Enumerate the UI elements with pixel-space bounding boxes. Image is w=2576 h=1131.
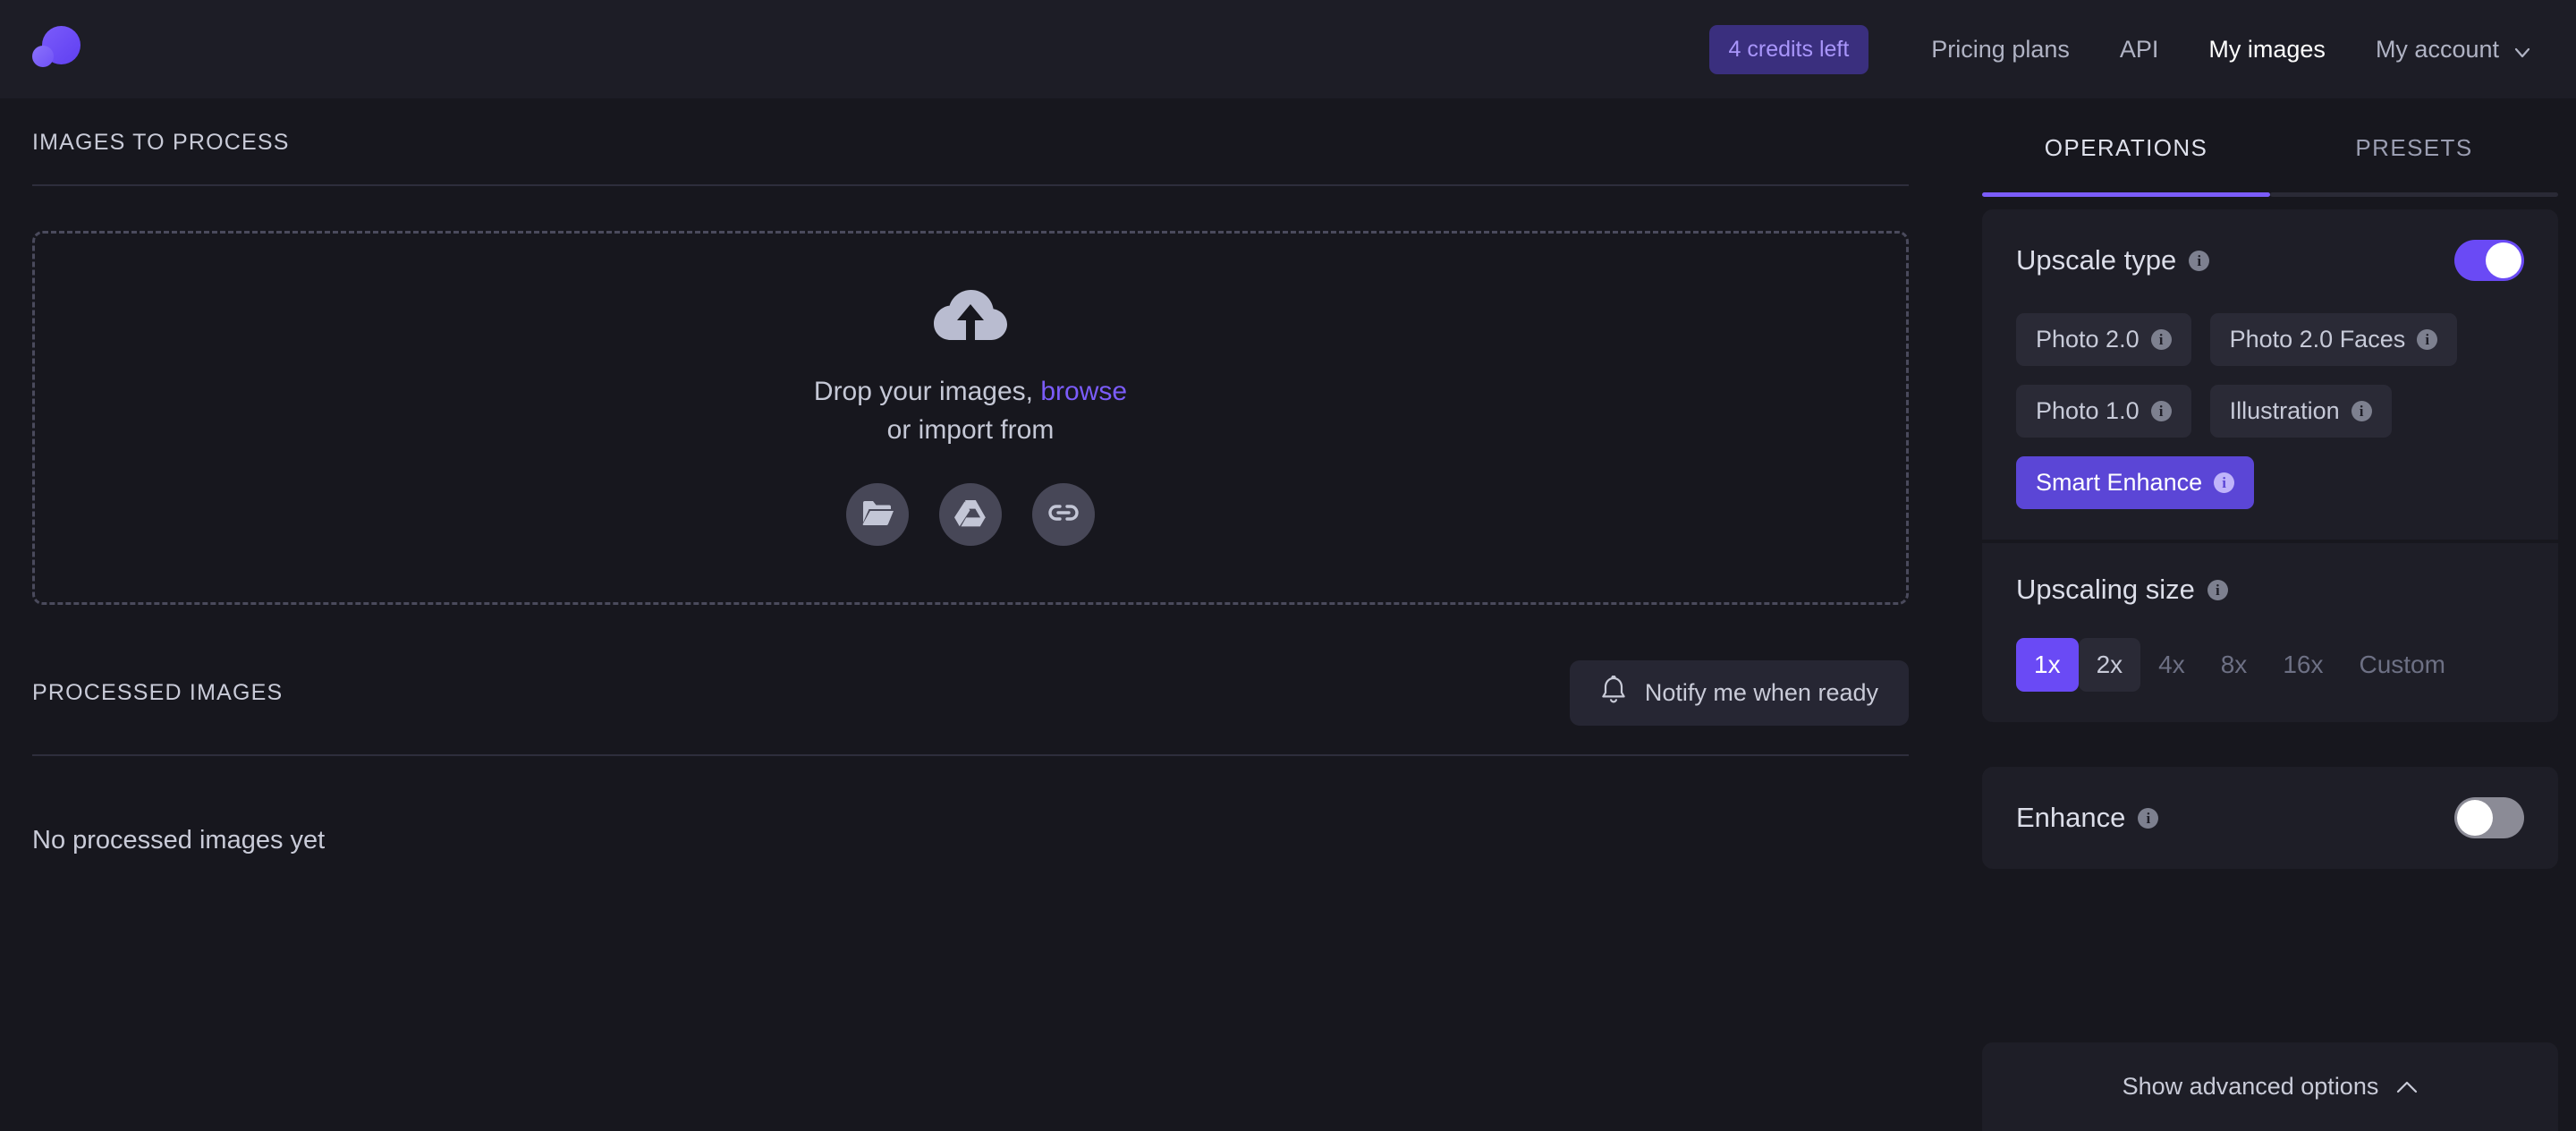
chip-label: Photo 2.0 bbox=[2036, 326, 2140, 353]
browse-link[interactable]: browse bbox=[1040, 377, 1127, 406]
processed-images-header: PROCESSED IMAGES Notify me when ready bbox=[32, 605, 1909, 756]
upscaling-size-option-1x[interactable]: 1x bbox=[2016, 638, 2079, 692]
page-body: IMAGES TO PROCESS Drop your images, brow… bbox=[0, 98, 2576, 1131]
upscale-type-chip-photo-1-0[interactable]: Photo 1.0 i bbox=[2016, 385, 2191, 438]
divider bbox=[32, 754, 1909, 756]
google-drive-icon-button[interactable] bbox=[939, 483, 1002, 546]
credits-badge[interactable]: 4 credits left bbox=[1709, 25, 1869, 74]
nav-item-api[interactable]: API bbox=[2095, 36, 2184, 64]
operations-panel: OPERATIONS PRESETS Upscale type i bbox=[1968, 98, 2576, 1131]
info-icon[interactable]: i bbox=[2351, 401, 2372, 421]
dropzone-text: Drop your images, browse or import from bbox=[814, 373, 1127, 449]
upscale-type-header: Upscale type i bbox=[2016, 240, 2524, 281]
info-icon[interactable]: i bbox=[2207, 580, 2228, 600]
info-icon[interactable]: i bbox=[2151, 401, 2172, 421]
info-icon[interactable]: i bbox=[2214, 472, 2234, 493]
enhance-card: Enhance i bbox=[1982, 767, 2558, 869]
notify-me-button[interactable]: Notify me when ready bbox=[1570, 660, 1909, 726]
upscale-type-chip-photo-2-0-faces[interactable]: Photo 2.0 Faces i bbox=[2210, 313, 2458, 366]
dropzone-text-prefix: Drop your images, bbox=[814, 377, 1033, 406]
images-to-process-header: IMAGES TO PROCESS bbox=[32, 98, 1909, 186]
nav-item-my-images[interactable]: My images bbox=[2183, 36, 2351, 64]
upscale-type-chip-illustration[interactable]: Illustration i bbox=[2210, 385, 2392, 438]
main-content: IMAGES TO PROCESS Drop your images, brow… bbox=[0, 98, 1968, 1131]
tab-operations-label: OPERATIONS bbox=[2045, 134, 2208, 162]
link-icon bbox=[1046, 503, 1080, 527]
panel-content: Upscale type i Photo 2.0 i Ph bbox=[1982, 197, 2558, 1131]
show-advanced-options-button[interactable]: Show advanced options bbox=[1982, 1042, 2558, 1131]
chip-label: Smart Enhance bbox=[2036, 469, 2202, 497]
upscale-type-title-group: Upscale type i bbox=[2016, 244, 2209, 276]
enhance-title-group: Enhance i bbox=[2016, 802, 2158, 834]
app-logo-icon[interactable] bbox=[32, 24, 82, 74]
upscale-type-chip-smart-enhance[interactable]: Smart Enhance i bbox=[2016, 456, 2254, 509]
upscaling-size-option-custom[interactable]: Custom bbox=[2341, 638, 2462, 692]
upscaling-size-option-16x[interactable]: 16x bbox=[2265, 638, 2341, 692]
chip-label: Photo 1.0 bbox=[2036, 397, 2140, 425]
upscale-type-card: Upscale type i Photo 2.0 i Ph bbox=[1982, 209, 2558, 540]
image-dropzone[interactable]: Drop your images, browse or import from bbox=[32, 231, 1909, 605]
tab-inactive-underline bbox=[2270, 192, 2558, 197]
info-icon[interactable]: i bbox=[2151, 329, 2172, 350]
processed-images-header-row: PROCESSED IMAGES Notify me when ready bbox=[32, 660, 1909, 726]
processed-images-title: PROCESSED IMAGES bbox=[32, 680, 283, 706]
panel-spacer bbox=[1982, 872, 2558, 1039]
upscaling-size-title: Upscaling size bbox=[2016, 574, 2195, 606]
tab-active-underline bbox=[1982, 192, 2270, 197]
upscale-type-title: Upscale type bbox=[2016, 244, 2176, 276]
divider bbox=[32, 184, 1909, 186]
folder-icon bbox=[861, 499, 894, 531]
chip-label: Photo 2.0 Faces bbox=[2230, 326, 2406, 353]
tab-operations[interactable]: OPERATIONS bbox=[1982, 98, 2270, 197]
notify-me-button-label: Notify me when ready bbox=[1645, 679, 1878, 707]
upscaling-size-option-4x[interactable]: 4x bbox=[2140, 638, 2203, 692]
folder-icon-button[interactable] bbox=[846, 483, 909, 546]
enhance-header: Enhance i bbox=[2016, 797, 2524, 838]
bell-icon bbox=[1600, 676, 1627, 710]
upscale-type-chip-photo-2-0[interactable]: Photo 2.0 i bbox=[2016, 313, 2191, 366]
main-nav: 4 credits left Pricing plans API My imag… bbox=[1709, 25, 2537, 74]
toggle-knob bbox=[2486, 242, 2521, 278]
info-icon[interactable]: i bbox=[2417, 329, 2437, 350]
google-drive-icon bbox=[954, 498, 987, 531]
chip-label: Illustration bbox=[2230, 397, 2340, 425]
chevron-up-icon bbox=[2396, 1073, 2418, 1101]
logo-circle-small bbox=[32, 46, 54, 67]
panel-tabs: OPERATIONS PRESETS bbox=[1982, 98, 2558, 197]
nav-item-my-account[interactable]: My account bbox=[2351, 36, 2537, 64]
enhance-toggle[interactable] bbox=[2454, 797, 2524, 838]
tab-presets-label: PRESETS bbox=[2355, 134, 2472, 162]
upscaling-size-option-2x[interactable]: 2x bbox=[2079, 638, 2141, 692]
top-header: 4 credits left Pricing plans API My imag… bbox=[0, 0, 2576, 98]
app-root: 4 credits left Pricing plans API My imag… bbox=[0, 0, 2576, 1131]
enhance-title: Enhance bbox=[2016, 802, 2125, 834]
info-icon[interactable]: i bbox=[2189, 251, 2209, 271]
link-icon-button[interactable] bbox=[1032, 483, 1095, 546]
nav-item-my-account-label: My account bbox=[2376, 36, 2499, 64]
upscaling-size-option-8x[interactable]: 8x bbox=[2203, 638, 2266, 692]
toggle-knob bbox=[2457, 800, 2493, 836]
import-sources bbox=[846, 483, 1095, 546]
show-advanced-options-label: Show advanced options bbox=[2123, 1073, 2379, 1101]
upscale-type-options: Photo 2.0 i Photo 2.0 Faces i Photo 1.0 … bbox=[2016, 313, 2524, 509]
upscaling-size-title-group: Upscaling size i bbox=[2016, 574, 2524, 606]
upscale-type-toggle[interactable] bbox=[2454, 240, 2524, 281]
upscaling-size-card: Upscaling size i 1x 2x 4x 8x 16x Custom bbox=[1982, 543, 2558, 722]
cloud-upload-icon bbox=[934, 290, 1007, 350]
images-to-process-title: IMAGES TO PROCESS bbox=[32, 130, 1909, 156]
upscaling-size-options: 1x 2x 4x 8x 16x Custom bbox=[2016, 638, 2524, 692]
tab-presets[interactable]: PRESETS bbox=[2270, 98, 2558, 197]
dropzone-import-label: or import from bbox=[887, 415, 1055, 445]
processed-images-empty-state: No processed images yet bbox=[32, 826, 1936, 855]
chevron-down-icon bbox=[2513, 40, 2531, 58]
info-icon[interactable]: i bbox=[2138, 808, 2158, 829]
nav-item-pricing-plans[interactable]: Pricing plans bbox=[1906, 36, 2095, 64]
